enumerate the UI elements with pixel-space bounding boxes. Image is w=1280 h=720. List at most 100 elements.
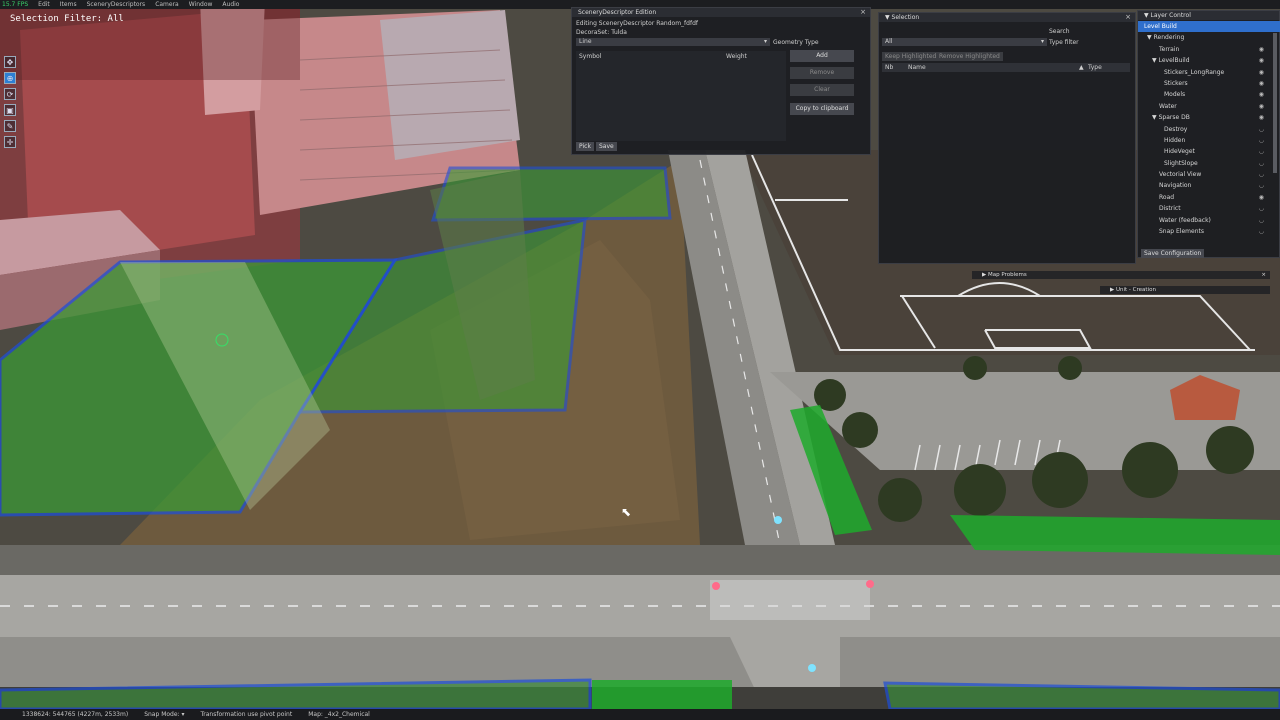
keep-highlighted-button[interactable]: Keep Highlighted — [882, 52, 940, 61]
layer-panel-title[interactable]: ▼ Layer Control — [1138, 11, 1279, 20]
layer-item-label: Navigation — [1159, 182, 1192, 190]
layer-item[interactable]: Stickers_LongRange ◉ — [1138, 67, 1280, 78]
map-problems-panel[interactable]: ▶ Map Problems × — [972, 271, 1270, 279]
close-icon[interactable]: × — [860, 8, 866, 17]
visibility-eye-icon[interactable]: ◉ — [1259, 89, 1264, 100]
rotate-tool-icon[interactable]: ⟳ — [4, 88, 16, 100]
layer-item-label: Hidden — [1164, 136, 1186, 144]
chevron-down-icon: ▾ — [763, 38, 767, 45]
move-tool-icon[interactable]: ✥ — [4, 56, 16, 68]
menu-items[interactable]: Items — [60, 1, 77, 8]
col-symbol: Symbol — [579, 53, 602, 60]
tree-arrow-icon[interactable]: ▼ — [1152, 57, 1157, 64]
layer-item[interactable]: District ◡ — [1138, 203, 1280, 214]
sort-arrow-icon[interactable]: ▲ — [1079, 64, 1084, 71]
pivot-tool-icon[interactable]: ✛ — [4, 136, 16, 148]
scrollbar[interactable] — [1273, 33, 1277, 173]
visibility-eye-icon[interactable]: ◡ — [1259, 215, 1264, 226]
remove-highlighted-button[interactable]: Remove Highlighted — [936, 52, 1003, 61]
layer-item[interactable]: Vectorial View ◡ — [1138, 169, 1280, 180]
status-bar: 1338624: 544765 (4227m, 2533m) Snap Mode… — [0, 709, 1280, 720]
layer-item[interactable]: SlightSlope ◡ — [1138, 158, 1280, 169]
col-type: Type — [1088, 64, 1102, 71]
layer-item-label: Stickers_LongRange — [1164, 68, 1225, 76]
layer-item-label: Rendering — [1153, 34, 1185, 42]
layer-item-label: Water (feedback) — [1159, 216, 1211, 224]
layer-item[interactable]: ▼ LevelBuild ◉ — [1138, 55, 1280, 66]
layer-item[interactable]: Water (feedback) ◡ — [1138, 215, 1280, 226]
remove-button[interactable]: Remove — [790, 67, 854, 79]
layer-item[interactable]: Stickers ◉ — [1138, 78, 1280, 89]
brush-tool-icon[interactable]: ✎ — [4, 120, 16, 132]
visibility-eye-icon[interactable]: ◡ — [1259, 124, 1264, 135]
menu-scenery-descriptors[interactable]: SceneryDescriptors — [87, 1, 146, 8]
unit-creation-title: Unit - Creation — [1115, 287, 1156, 293]
layer-item-label: Terrain — [1159, 45, 1180, 53]
pick-button[interactable]: Pick — [576, 142, 594, 151]
visibility-eye-icon[interactable]: ◡ — [1259, 203, 1264, 214]
layer-item-label: HideVeget — [1164, 148, 1195, 156]
menu-camera[interactable]: Camera — [155, 1, 179, 8]
visibility-eye-icon[interactable]: ◉ — [1259, 192, 1264, 203]
layer-control-panel: ▼ Layer Control Level Build ▼ Rendering Ter… — [1137, 10, 1280, 258]
scenery-panel-title-text: SceneryDescriptor Edition — [578, 9, 657, 16]
col-nb: Nb — [885, 64, 894, 71]
layer-item[interactable]: Terrain ◉ — [1138, 44, 1280, 55]
layer-item-label: SlightSlope — [1164, 159, 1198, 167]
tree-arrow-icon[interactable]: ▼ — [1147, 34, 1152, 41]
visibility-eye-icon[interactable]: ◡ — [1259, 146, 1264, 157]
layer-item-label: Water — [1159, 102, 1177, 110]
selection-panel: ▼ Selection × Search All ▾ Type filter Kee… — [878, 12, 1136, 264]
snap-mode-text: Snap Mode: — [144, 711, 180, 718]
layer-item-label: District — [1159, 205, 1181, 213]
close-icon[interactable]: × — [1125, 13, 1131, 22]
visibility-eye-icon[interactable]: ◡ — [1259, 180, 1264, 191]
selection-table-header: Nb Name ▲ Type — [882, 63, 1130, 72]
scenery-panel-title[interactable]: SceneryDescriptor Edition × — [572, 8, 870, 17]
layer-item[interactable]: Navigation ◡ — [1138, 180, 1280, 191]
unit-creation-panel[interactable]: ▶ Unit - Creation — [1100, 286, 1270, 294]
layer-item[interactable]: Hidden ◡ — [1138, 135, 1280, 146]
symbol-table: Symbol Weight — [576, 51, 786, 141]
geometry-type-select[interactable]: Line ▾ — [576, 38, 770, 46]
save-button[interactable]: Save — [596, 142, 617, 151]
mouse-cursor-icon: ⬉ — [621, 505, 632, 519]
visibility-eye-icon[interactable]: ◉ — [1259, 101, 1264, 112]
visibility-eye-icon[interactable]: ◉ — [1259, 55, 1264, 66]
visibility-eye-icon[interactable]: ◉ — [1259, 78, 1264, 89]
selection-filter-label: Selection Filter: All — [10, 14, 124, 24]
add-button[interactable]: Add — [790, 50, 854, 62]
layer-item[interactable]: Destroy ◡ — [1138, 124, 1280, 135]
visibility-eye-icon[interactable]: ◡ — [1259, 158, 1264, 169]
save-configuration-button[interactable]: Save Configuration — [1141, 249, 1205, 258]
layer-item[interactable]: HideVeget ◡ — [1138, 146, 1280, 157]
transformation-label[interactable]: Transformation use pivot point — [201, 711, 293, 718]
close-icon[interactable]: × — [1261, 271, 1266, 279]
snap-mode-label[interactable]: Snap Mode: ▾ — [144, 711, 184, 718]
visibility-eye-icon[interactable]: ◡ — [1259, 169, 1264, 180]
visibility-eye-icon[interactable]: ◡ — [1259, 135, 1264, 146]
layer-item[interactable]: Road ◉ — [1138, 192, 1280, 203]
menu-window[interactable]: Window — [189, 1, 213, 8]
layer-item[interactable]: ▼ Rendering — [1138, 32, 1280, 43]
layer-item[interactable]: Snap Elements ◡ — [1138, 226, 1280, 237]
geometry-type-value: Line — [579, 38, 592, 45]
layer-item[interactable]: Models ◉ — [1138, 89, 1280, 100]
visibility-eye-icon[interactable]: ◉ — [1259, 112, 1264, 123]
copy-to-clipboard-button[interactable]: Copy to clipboard — [790, 103, 854, 115]
layer-item[interactable]: Level Build — [1138, 21, 1280, 33]
menu-edit[interactable]: Edit — [38, 1, 50, 8]
editing-label: Editing SceneryDescriptor Random_fdfdf — [576, 20, 698, 27]
layer-item[interactable]: ▼ Sparse DB ◉ — [1138, 112, 1280, 123]
visibility-eye-icon[interactable]: ◉ — [1259, 67, 1264, 78]
visibility-eye-icon[interactable]: ◉ — [1259, 44, 1264, 55]
menu-audio[interactable]: Audio — [222, 1, 239, 8]
layer-item[interactable]: Water ◉ — [1138, 101, 1280, 112]
selection-filter-select[interactable]: All ▾ — [882, 38, 1047, 46]
scale-tool-icon[interactable]: ▣ — [4, 104, 16, 116]
tree-arrow-icon[interactable]: ▼ — [1152, 114, 1157, 121]
clear-button[interactable]: Clear — [790, 84, 854, 96]
visibility-eye-icon[interactable]: ◡ — [1259, 226, 1264, 237]
select-tool-icon[interactable]: ⊕ — [4, 72, 16, 84]
selection-panel-title[interactable]: ▼ Selection × — [879, 13, 1135, 22]
